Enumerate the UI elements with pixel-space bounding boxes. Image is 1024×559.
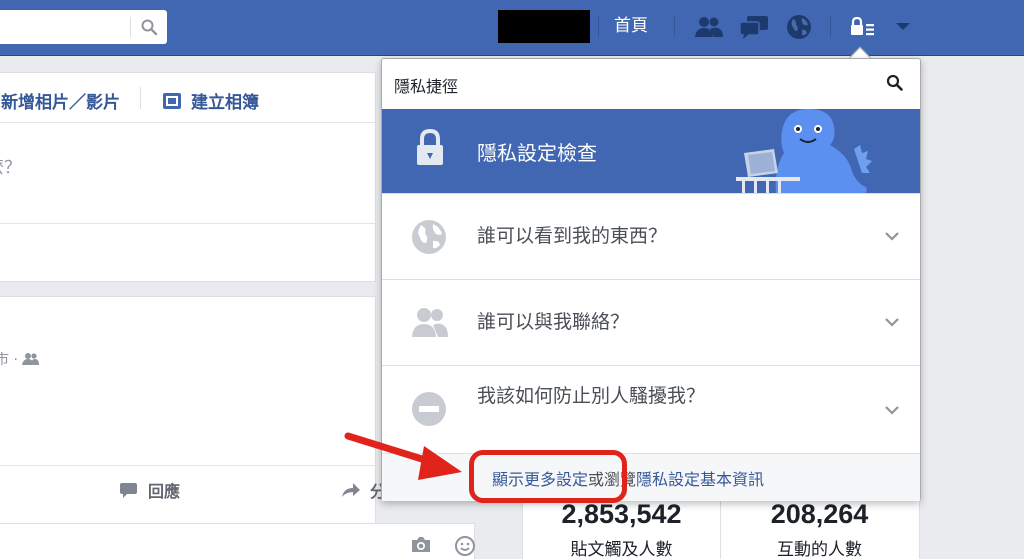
post-composer: 新增相片／影片 建立相簿 麼？: [0, 72, 376, 282]
engagement-value: 208,264: [770, 499, 869, 529]
privacy-item-who-can-see[interactable]: 誰可以看到我的東西？: [382, 193, 920, 279]
nav-divider: [830, 16, 831, 38]
search-icon[interactable]: [140, 18, 158, 36]
top-navigation-bar: 首頁: [0, 0, 1024, 56]
friends-icon: [412, 308, 448, 337]
privacy-shortcuts-icon[interactable]: [846, 11, 880, 43]
search-divider: [130, 17, 131, 37]
tab-divider: [140, 87, 141, 109]
reach-label: 貼文觸及人數: [570, 540, 673, 559]
annotation-arrow: [344, 432, 462, 480]
privacy-item-who-can-contact-label: 誰可以與我聯絡？: [477, 311, 630, 333]
engagement-label: 互動的人數: [777, 540, 862, 559]
post-actions-divider: [0, 465, 375, 466]
composer-tabs: 新增相片／影片 建立相簿: [0, 73, 375, 123]
profile-link-redacted[interactable]: [498, 10, 590, 43]
privacy-item-stop-harassment-label: 我該如何防止別人騷擾我？: [477, 385, 706, 407]
privacy-checkup-banner[interactable]: 隱私設定檢查: [382, 109, 920, 193]
lock-icon: [417, 129, 443, 165]
tab-create-album-label: 建立相簿: [191, 93, 259, 113]
composer-divider: [0, 223, 375, 224]
dropdown-header: 隱私捷徑: [382, 59, 920, 109]
comment-button[interactable]: 回應: [119, 478, 180, 502]
account-menu-chevron-down-icon[interactable]: [886, 11, 920, 43]
tab-create-album[interactable]: 建立相簿: [162, 88, 259, 113]
privacy-basics-link[interactable]: 隱私設定基本資訊: [636, 470, 764, 489]
notifications-globe-icon[interactable]: [782, 11, 816, 43]
composer-prompt[interactable]: 麼？: [0, 153, 21, 178]
search-input[interactable]: [0, 10, 167, 44]
messages-icon[interactable]: [737, 11, 771, 43]
friend-requests-icon[interactable]: [692, 11, 726, 43]
comment-input[interactable]: [0, 523, 475, 559]
chevron-down-icon[interactable]: [884, 231, 900, 241]
comment-button-label: 回應: [148, 482, 181, 501]
nav-divider: [674, 16, 675, 38]
search-icon[interactable]: [886, 74, 904, 92]
post-meta-text: 市 ·: [0, 352, 18, 368]
block-icon: [412, 392, 446, 426]
privacy-item-who-can-contact[interactable]: 誰可以與我聯絡？: [382, 279, 920, 365]
privacy-item-who-can-see-label: 誰可以看到我的東西？: [477, 225, 668, 247]
globe-icon: [412, 220, 446, 254]
friends-audience-icon: [21, 353, 39, 365]
tab-add-photo-video[interactable]: 新增相片／影片: [1, 88, 120, 113]
privacy-dinosaur-illustration: [736, 109, 872, 193]
home-link[interactable]: 首頁: [614, 14, 648, 38]
chevron-down-icon[interactable]: [884, 405, 900, 415]
reach-value: 2,853,542: [561, 499, 682, 529]
comment-icon: [120, 482, 137, 498]
camera-icon[interactable]: [410, 536, 432, 554]
emoji-icon[interactable]: [454, 535, 476, 557]
dropdown-title: 隱私捷徑: [394, 77, 459, 96]
post-meta: 市 ·: [0, 349, 40, 369]
chevron-down-icon[interactable]: [884, 317, 900, 327]
album-icon: [163, 92, 181, 109]
nav-divider: [598, 16, 599, 38]
privacy-checkup-label: 隱私設定檢查: [477, 141, 597, 165]
feed-post: 市 · 回應 分: [0, 296, 475, 559]
annotation-highlight-box: [469, 450, 627, 503]
